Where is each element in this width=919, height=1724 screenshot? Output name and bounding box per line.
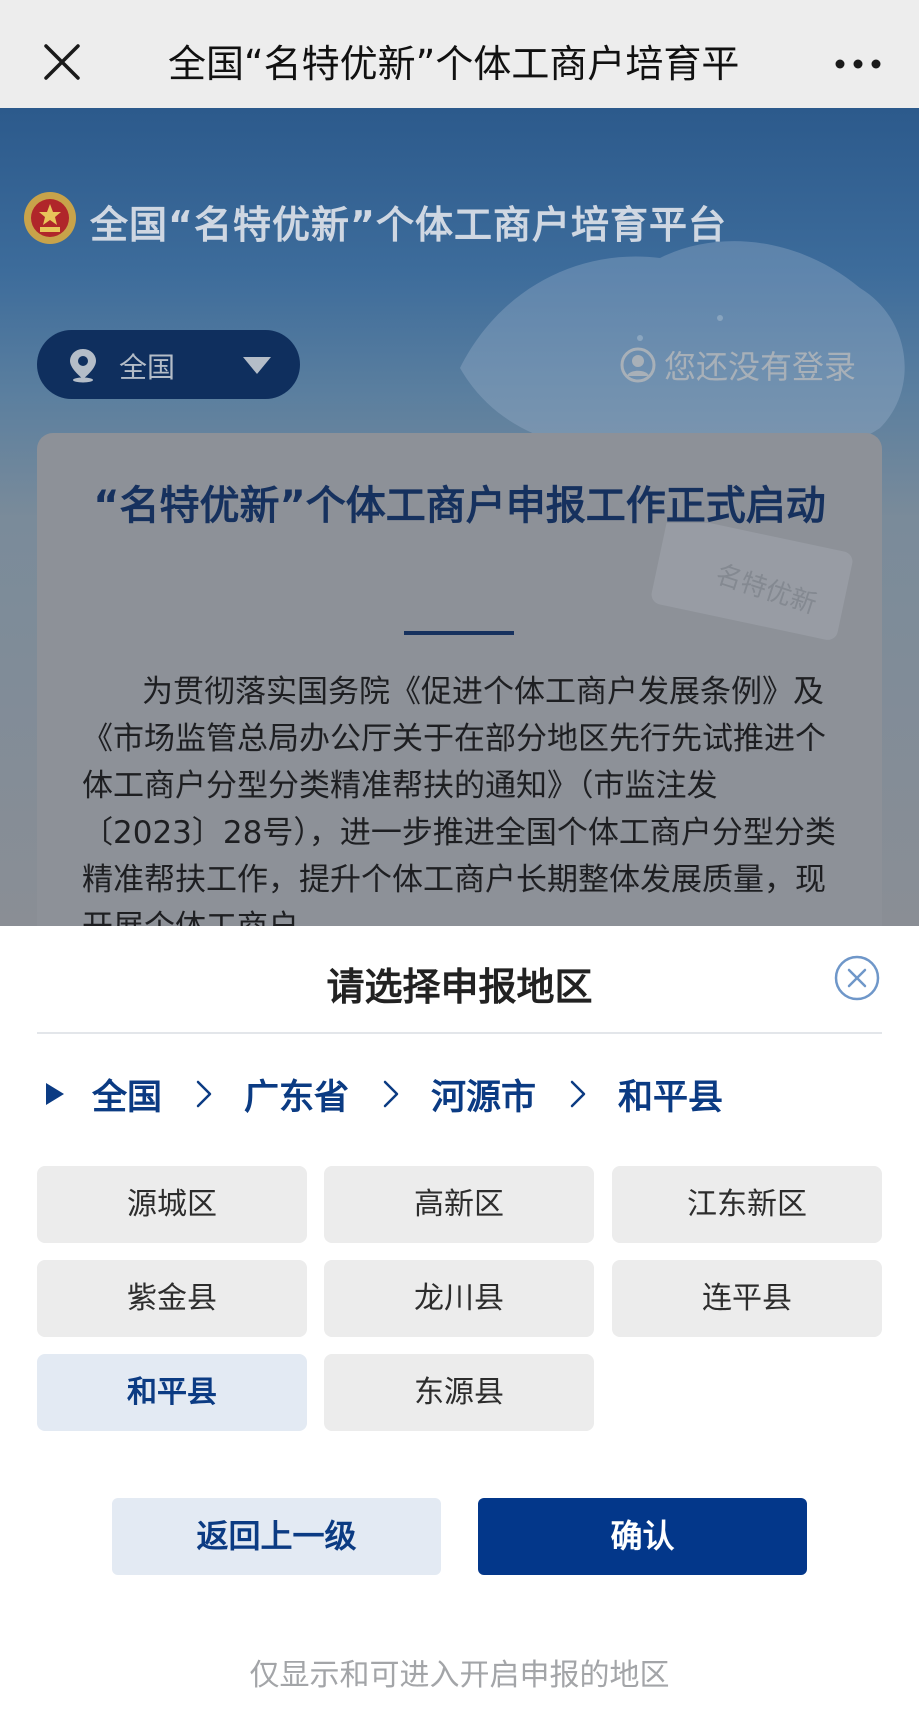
close-icon[interactable] xyxy=(40,40,84,84)
close-circle-icon[interactable] xyxy=(834,955,880,1001)
breadcrumb-item-county[interactable]: 和平县 xyxy=(618,1069,723,1120)
breadcrumb-item-country[interactable]: 全国 xyxy=(92,1069,162,1120)
region-option[interactable]: 江东新区 xyxy=(612,1166,882,1243)
login-link[interactable]: 您还没有登录 xyxy=(620,342,856,388)
location-pin-icon xyxy=(70,349,96,383)
site-title: 全国“名特优新”个体工商户培育平台 xyxy=(90,203,727,247)
notice-title: “名特优新”个体工商户申报工作正式启动 xyxy=(93,483,826,529)
notice-body: 为贯彻落实国务院《促进个体工商户发展条例》及《市场监管总局办公厅关于在部分地区先… xyxy=(82,674,836,928)
region-label: 全国 xyxy=(119,351,176,384)
more-dots-icon[interactable] xyxy=(834,54,882,74)
chevron-right-icon xyxy=(383,1080,399,1108)
breadcrumb-item-province[interactable]: 广东省 xyxy=(244,1069,349,1120)
national-emblem-icon xyxy=(24,192,76,244)
region-option[interactable]: 紫金县 xyxy=(37,1260,307,1337)
notice-card[interactable]: 名特优新 “名特优新”个体工商户申报工作正式启动 为贯彻落实国务院《促进个体工商… xyxy=(37,433,882,928)
confirm-button[interactable]: 确认 xyxy=(478,1498,807,1575)
region-picker-sheet: 请选择申报地区 全国 广东省 河源市 和平县 源城区 高新区 江东新区 紫金县 … xyxy=(0,926,919,1724)
play-triangle-icon xyxy=(46,1083,64,1105)
region-option[interactable]: 源城区 xyxy=(37,1166,307,1243)
page-title: 全国“名特优新”个体工商户培育平 xyxy=(168,42,740,86)
user-avatar-icon xyxy=(620,347,656,383)
divider xyxy=(37,1032,882,1034)
region-option[interactable]: 东源县 xyxy=(324,1354,594,1431)
region-option[interactable]: 龙川县 xyxy=(324,1260,594,1337)
breadcrumb-item-city[interactable]: 河源市 xyxy=(431,1069,536,1120)
chevron-right-icon xyxy=(196,1080,212,1108)
title-underline xyxy=(404,631,514,635)
footnote: 仅显示和可进入开启申报的地区 xyxy=(249,1658,670,1693)
hero-banner: 全国“名特优新”个体工商户培育平台 全国 您还没有登录 名特优新 “名特优新”个… xyxy=(0,108,919,928)
top-navbar: 全国“名特优新”个体工商户培育平 xyxy=(0,0,919,108)
back-button[interactable]: 返回上一级 xyxy=(112,1498,441,1575)
region-option[interactable]: 高新区 xyxy=(324,1166,594,1243)
chevron-right-icon xyxy=(570,1080,586,1108)
breadcrumb: 全国 广东省 河源市 和平县 xyxy=(44,1069,723,1119)
region-option[interactable]: 和平县 xyxy=(37,1354,307,1431)
sheet-title: 请选择申报地区 xyxy=(326,965,593,1009)
region-selector[interactable]: 全国 xyxy=(37,330,300,399)
watermark-graphic-icon: 名特优新 xyxy=(651,523,853,640)
login-text: 您还没有登录 xyxy=(664,348,857,386)
caret-down-icon xyxy=(243,357,271,374)
region-option[interactable]: 连平县 xyxy=(612,1260,882,1337)
